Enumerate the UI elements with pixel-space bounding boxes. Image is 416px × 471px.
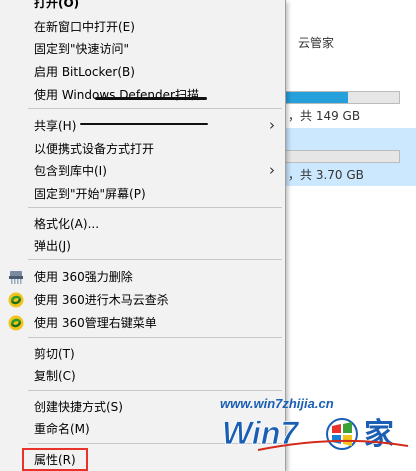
menu-separator xyxy=(28,337,282,338)
submenu-arrow-icon: › xyxy=(269,161,275,179)
watermark-url: www.win7zhijia.cn xyxy=(220,396,334,411)
menu-item-format[interactable]: 格式化(A)... xyxy=(0,213,285,235)
menu-item-pin-quick-access[interactable]: 固定到"快速访问" xyxy=(0,38,285,60)
menu-item-label: 弹出(J) xyxy=(34,239,71,253)
menu-item-open-portable-device[interactable]: 以便携式设备方式打开 xyxy=(0,138,285,160)
menu-item-label: 打开(O) xyxy=(34,0,80,10)
shredder-icon xyxy=(8,269,24,285)
menu-item-label: 包含到库中(I) xyxy=(34,164,107,178)
menu-item-cut[interactable]: 剪切(T) xyxy=(0,343,285,365)
menu-separator xyxy=(28,259,282,260)
menu-item-360-manage-menu[interactable]: 使用 360管理右键菜单 xyxy=(0,312,285,334)
windows-logo-icon xyxy=(326,418,358,450)
menu-item-open-new-window[interactable]: 在新窗口中打开(E) xyxy=(0,16,285,38)
menu-item-label: 固定到"开始"屏幕(P) xyxy=(34,187,146,201)
submenu-arrow-icon: › xyxy=(269,116,275,134)
cloud-manager-label: 云管家 xyxy=(298,36,335,50)
menu-item-label: 重命名(M) xyxy=(34,422,90,436)
menu-item-label: 使用 360进行木马云查杀 xyxy=(34,293,169,307)
menu-separator xyxy=(28,390,282,391)
menu-item-360-shred[interactable]: 使用 360强力删除 xyxy=(0,266,285,288)
watermark-home-char: 家 xyxy=(364,417,394,452)
menu-item-pin-start[interactable]: 固定到"开始"屏幕(P) xyxy=(0,183,285,205)
menu-item-label: 启用 BitLocker(B) xyxy=(34,65,135,79)
menu-item-share[interactable]: 共享(H) › xyxy=(0,115,285,137)
scribble-redaction xyxy=(80,123,208,125)
properties-highlight-box xyxy=(22,448,88,471)
drive2-capacity: ，共 3.70 GB xyxy=(288,168,364,182)
scribble-redaction xyxy=(95,97,207,100)
menu-separator xyxy=(28,108,282,109)
menu-item-copy[interactable]: 复制(C) xyxy=(0,365,285,387)
drive1-usage-fill xyxy=(285,92,348,103)
win7zhijia-watermark: www.win7zhijia.cn Win7 家 xyxy=(220,396,409,452)
menu-item-label: 使用 360管理右键菜单 xyxy=(34,316,157,330)
menu-item-label: 在新窗口中打开(E) xyxy=(34,20,135,34)
menu-item-label: 复制(C) xyxy=(34,369,76,383)
menu-item-label: 固定到"快速访问" xyxy=(34,42,130,56)
menu-item-label: 创建快捷方式(S) xyxy=(34,400,123,414)
menu-item-360-trojan-scan[interactable]: 使用 360进行木马云查杀 xyxy=(0,289,285,311)
drive1-capacity: ，共 149 GB xyxy=(288,109,361,123)
360-shield-icon xyxy=(8,292,24,308)
menu-item-label: 以便携式设备方式打开 xyxy=(34,142,155,156)
menu-item-include-in-library[interactable]: 包含到库中(I) › xyxy=(0,160,285,182)
menu-item-label: 使用 360强力删除 xyxy=(34,270,133,284)
drive1-usage-bar xyxy=(284,91,400,104)
menu-separator xyxy=(28,207,282,208)
drive2-usage-bar xyxy=(284,150,400,163)
menu-item-bitlocker[interactable]: 启用 BitLocker(B) xyxy=(0,61,285,83)
menu-item-label: 共享(H) xyxy=(34,119,77,133)
360-shield-icon xyxy=(8,315,24,331)
menu-item-label: 剪切(T) xyxy=(34,347,75,361)
menu-item-label: 格式化(A)... xyxy=(34,217,100,231)
menu-item-open[interactable]: 打开(O) xyxy=(0,0,285,14)
menu-item-eject[interactable]: 弹出(J) xyxy=(0,235,285,257)
